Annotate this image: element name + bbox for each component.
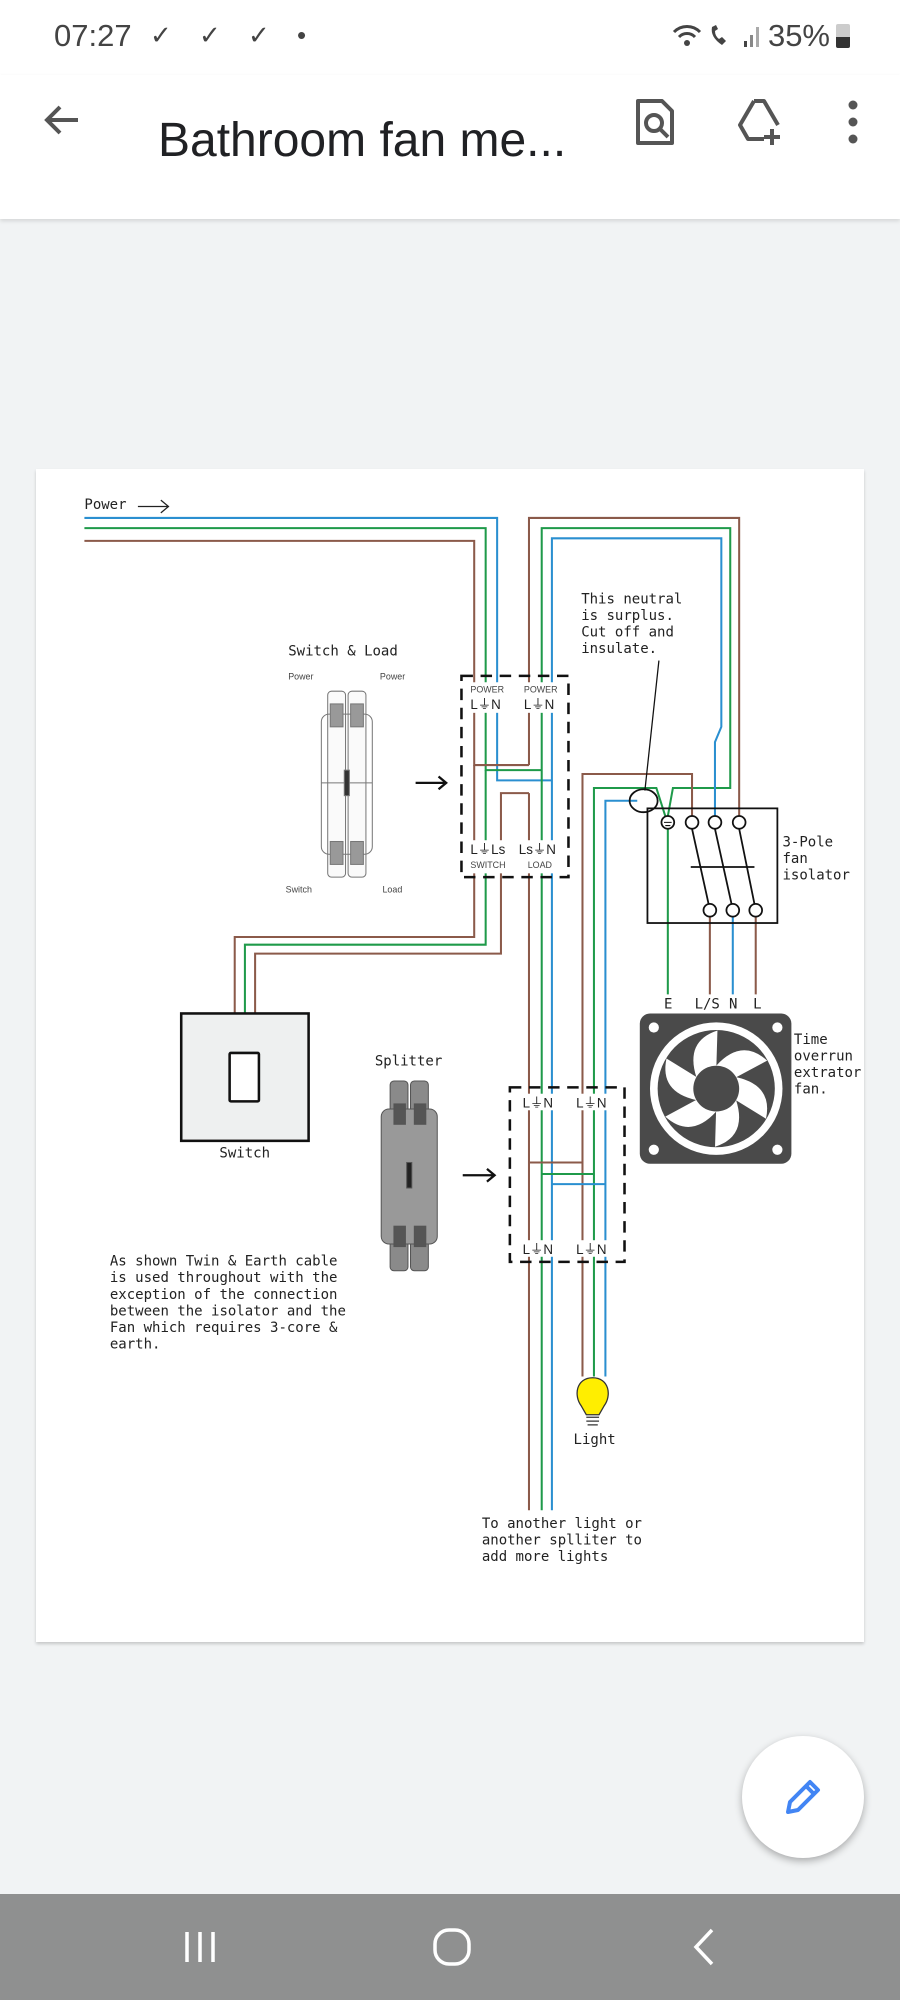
light-label: Light	[574, 1432, 616, 1448]
document-title: Bathroom fan me...	[158, 114, 567, 167]
fan-terminal-label: L/S	[695, 996, 720, 1012]
app-bar: Bathroom fan me...	[0, 75, 900, 219]
fan-terminal-label: E	[664, 996, 672, 1012]
connector-label: Power	[380, 672, 405, 682]
arrow-right-icon	[462, 1167, 497, 1183]
home-icon[interactable]	[427, 1922, 477, 1972]
battery-icon	[836, 24, 850, 48]
terminal-labels: L⏚Ls	[470, 842, 505, 857]
extractor-fan-icon	[639, 1013, 792, 1164]
terminal-header: POWER	[524, 684, 558, 694]
arrow-right-icon	[415, 775, 448, 791]
back-icon[interactable]	[680, 1922, 730, 1972]
terminal-labels: L⏚N	[523, 1096, 553, 1111]
light-bulb-icon	[576, 1377, 609, 1426]
fan-terminal-label: L	[753, 996, 761, 1012]
terminal-labels: L⏚N	[576, 1242, 606, 1257]
edit-button[interactable]	[742, 1736, 864, 1858]
notification-icons: ✓ ✓ ✓ •	[150, 20, 317, 50]
fan-label: Time overrun extrator fan.	[794, 1032, 864, 1098]
splitter-connector-illustration	[380, 1080, 438, 1272]
arrow-right-icon	[137, 499, 170, 514]
more-vert-icon[interactable]	[826, 95, 880, 149]
wiring-diagram: Power Switch & Load Power Power Switch L…	[84, 497, 864, 1565]
wago-connector-illustration	[320, 690, 373, 878]
recent-apps-icon[interactable]	[175, 1922, 225, 1972]
switch-label: Switch	[219, 1145, 270, 1161]
battery-percent: 35%	[767, 18, 830, 53]
status-bar: 07:27 ✓ ✓ ✓ • 35%	[0, 0, 900, 75]
arrow-left-icon[interactable]	[38, 95, 88, 145]
signal-icon	[743, 27, 759, 47]
isolator-label: 3-Pole fan isolator	[782, 835, 849, 884]
terminal-footer: LOAD	[528, 860, 552, 870]
switch-load-title: Switch & Load	[288, 644, 398, 660]
connector-label: Power	[288, 672, 313, 682]
edit-pencil-icon	[786, 1780, 820, 1814]
terminal-labels: L⏚N	[524, 697, 554, 712]
status-time: 07:27	[54, 18, 132, 53]
wifi-calling-icon	[711, 25, 726, 45]
cable-note: As shown Twin & Earth cable is used thro…	[110, 1254, 354, 1353]
connector-label: Switch	[286, 884, 312, 894]
isolator-live-wire	[527, 516, 741, 817]
switch-return-wire	[254, 792, 529, 1014]
power-label: Power	[84, 497, 126, 513]
document-page: Power Switch & Load Power Power Switch L…	[36, 469, 864, 1642]
connector-label: Load	[382, 884, 402, 894]
terminal-labels: L⏚N	[523, 1242, 553, 1257]
surplus-neutral-callout: This neutral is surplus. Cut off and ins…	[581, 591, 691, 657]
find-in-document-icon[interactable]	[628, 95, 682, 149]
fan-terminal-label: N	[729, 996, 737, 1012]
add-to-drive-icon[interactable]	[734, 95, 788, 149]
terminal-labels: L⏚N	[576, 1096, 606, 1111]
terminal-footer: SWITCH	[470, 860, 505, 870]
splitter-title: Splitter	[375, 1054, 442, 1070]
status-right: 35%	[672, 18, 850, 54]
wifi-icon	[672, 25, 702, 46]
light-switch-icon	[179, 1012, 310, 1143]
navigation-bar	[0, 1894, 900, 2000]
terminal-labels: Ls⏚N	[519, 842, 556, 857]
terminal-header: POWER	[470, 684, 504, 694]
continuation-note: To another light or another splliter to …	[482, 1516, 651, 1565]
terminal-labels: L⏚N	[470, 697, 500, 712]
callout-pointer	[644, 660, 660, 791]
